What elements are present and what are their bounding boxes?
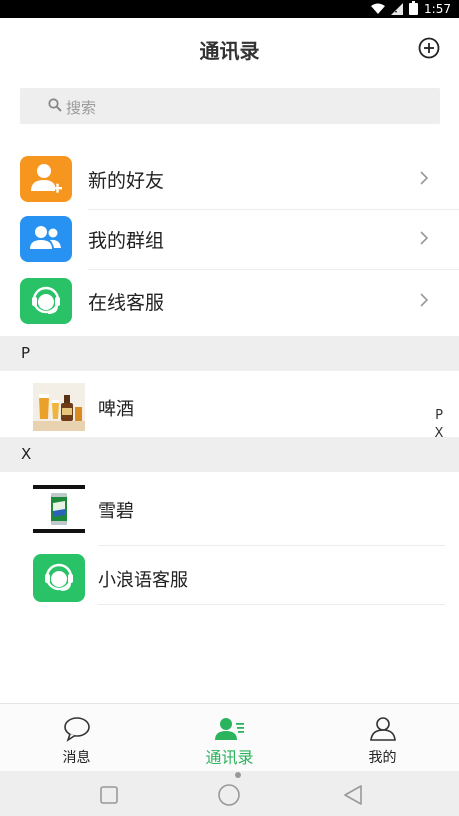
sprite-photo — [33, 485, 85, 533]
tab-label: 通讯录 — [205, 748, 254, 767]
wifi-icon — [371, 3, 386, 14]
tab-label: 我的 — [368, 750, 397, 766]
section-header-x: X — [0, 437, 459, 472]
contact-name: 啤酒 — [98, 399, 134, 420]
new-friends-label: 新的好友 — [88, 170, 165, 192]
tab-label: 消息 — [62, 750, 91, 766]
online-service-label: 在线客服 — [88, 292, 165, 314]
section-letter: X — [21, 445, 32, 463]
status-time: 1:57 — [424, 2, 451, 16]
chevron-right-icon — [420, 293, 429, 307]
new-friends-item[interactable]: 新的好友 — [0, 156, 459, 218]
search-icon — [48, 98, 62, 112]
contact-name: 雪碧 — [98, 501, 134, 522]
tab-messages[interactable]: 消息 — [0, 704, 153, 772]
add-friend-icon — [20, 156, 72, 202]
home-icon[interactable] — [217, 783, 241, 807]
system-nav-bar — [0, 771, 459, 816]
status-bar: 1:57 — [0, 0, 459, 18]
beer-photo — [33, 383, 85, 431]
indicator-dot — [235, 772, 241, 778]
bottom-tab-bar: 消息 通讯录 我的 — [0, 703, 459, 772]
customer-service-icon — [33, 554, 85, 602]
my-groups-label: 我的群组 — [88, 230, 165, 252]
search-input[interactable]: 搜索 — [20, 88, 440, 124]
tab-contacts[interactable]: 通讯录 — [153, 704, 306, 772]
divider — [98, 545, 445, 546]
my-groups-item[interactable]: 我的群组 — [0, 216, 459, 278]
contact-row-service[interactable]: 小浪语客服 — [0, 554, 459, 620]
group-icon — [20, 216, 72, 262]
recent-apps-icon[interactable] — [97, 783, 121, 807]
contacts-icon — [214, 718, 244, 740]
signal-icon — [391, 3, 404, 15]
top-bar: 通讯录 — [0, 18, 459, 80]
plus-circle-icon[interactable] — [418, 37, 440, 59]
contact-row-sprite[interactable]: 雪碧 — [0, 485, 459, 551]
customer-service-icon — [20, 278, 72, 324]
index-letter-p[interactable]: P — [433, 407, 445, 425]
chevron-right-icon — [420, 171, 429, 185]
divider — [98, 604, 445, 605]
search-placeholder: 搜索 — [66, 99, 97, 117]
divider — [88, 209, 459, 210]
battery-icon — [409, 1, 419, 15]
chevron-right-icon — [420, 231, 429, 245]
contact-name: 小浪语客服 — [98, 570, 188, 591]
divider — [88, 269, 459, 270]
online-service-item[interactable]: 在线客服 — [0, 278, 459, 340]
tab-profile[interactable]: 我的 — [306, 704, 459, 772]
chat-bubble-icon — [63, 717, 90, 742]
profile-icon — [369, 717, 396, 741]
section-letter: P — [21, 344, 31, 362]
section-header-p: P — [0, 336, 459, 371]
page-title: 通讯录 — [199, 39, 260, 63]
back-icon[interactable] — [341, 783, 365, 807]
